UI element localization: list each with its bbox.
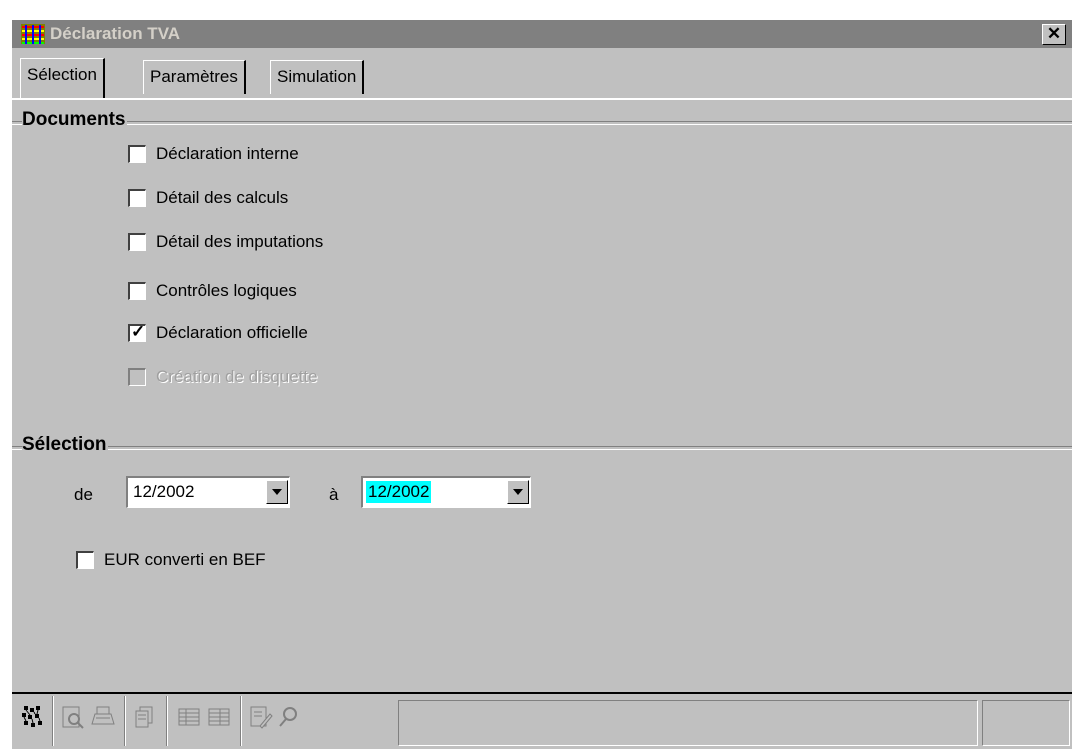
toolbar-separator	[124, 696, 126, 746]
checkbox-box[interactable]	[76, 551, 94, 569]
checkbox-label: Déclaration officielle	[156, 323, 308, 342]
checkbox-box[interactable]	[128, 282, 146, 300]
copy-pages-icon	[135, 706, 153, 728]
toolbar-separator	[240, 696, 242, 746]
to-label: à	[329, 485, 339, 504]
checkbox-box[interactable]	[128, 145, 146, 163]
app-icon	[21, 24, 45, 44]
documents-group-line	[12, 121, 1072, 125]
tab-selection[interactable]: Sélection	[20, 58, 105, 98]
bottom-toolbar	[12, 692, 1072, 749]
status-panel-secondary	[982, 700, 1070, 746]
checkbox-box-checked[interactable]: ✓	[128, 322, 146, 342]
from-period-value: 12/2002	[133, 482, 195, 501]
toolbar-separator	[52, 696, 54, 746]
toolbar-separator	[166, 696, 168, 746]
status-panel	[398, 700, 978, 746]
checkbox-label: Détail des imputations	[156, 232, 324, 251]
checkmark-icon: ✓	[131, 322, 146, 341]
checkbox-label: Détail des calculs	[156, 188, 289, 207]
checkbox-label: Contrôles logiques	[156, 281, 297, 300]
network-run-icon[interactable]	[20, 704, 46, 730]
documents-group-title: Documents	[22, 109, 128, 131]
checkbox-label: Création de disquette	[156, 367, 318, 386]
vat-declaration-window: Déclaration TVA ✕ Sélection Paramètres S…	[10, 20, 1072, 749]
table-icon	[178, 708, 200, 726]
checkbox-label: EUR converti en BEF	[104, 550, 266, 569]
checkbox-label: Déclaration interne	[156, 144, 299, 163]
window-title: Déclaration TVA	[50, 24, 181, 43]
from-label: de	[74, 485, 93, 504]
checkbox-box[interactable]	[128, 233, 146, 251]
title-bar[interactable]: Déclaration TVA ✕	[12, 20, 1072, 48]
tab-simulation[interactable]: Simulation	[270, 60, 365, 94]
print-icon	[91, 706, 115, 725]
print-preview-icon	[62, 706, 84, 729]
close-icon: ✕	[1046, 24, 1062, 43]
checkbox-box[interactable]	[128, 189, 146, 207]
search-icon	[279, 707, 297, 727]
to-period-value: 12/2002	[366, 481, 432, 503]
to-period-select[interactable]: 12/2002	[361, 476, 531, 508]
tab-parametres[interactable]: Paramètres	[143, 60, 246, 94]
checkbox-box-disabled	[128, 368, 146, 386]
chevron-down-icon[interactable]	[266, 480, 288, 504]
selection-group-line	[12, 446, 1072, 450]
tab-strip-divider	[12, 98, 1072, 100]
chevron-down-icon[interactable]	[507, 480, 529, 504]
table-alt-icon	[208, 708, 230, 726]
close-button[interactable]: ✕	[1042, 24, 1066, 45]
edit-document-icon	[250, 706, 273, 729]
from-period-select[interactable]: 12/2002	[126, 476, 290, 508]
selection-group-title: Sélection	[22, 434, 109, 456]
